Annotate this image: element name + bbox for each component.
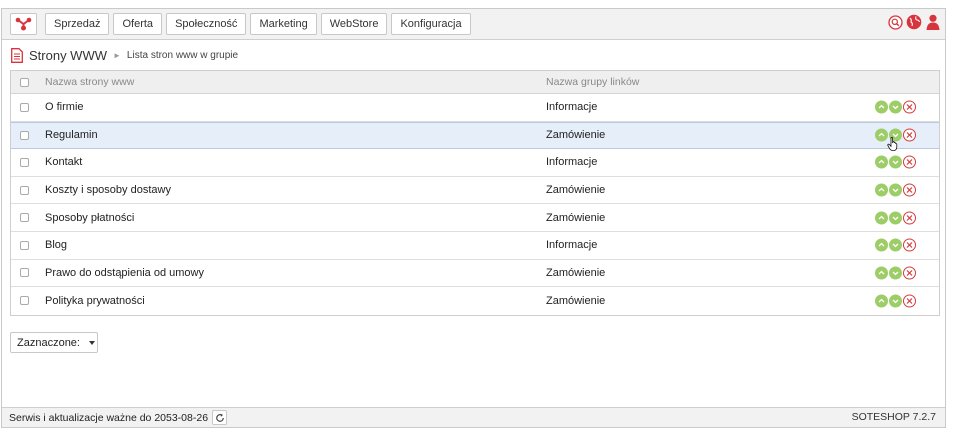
chevron-down-icon [88, 340, 95, 345]
refresh-icon [215, 413, 224, 422]
menu-webstore[interactable]: WebStore [320, 13, 388, 35]
move-up-icon[interactable] [875, 100, 888, 114]
menu-konfiguracja[interactable]: Konfiguracja [391, 13, 471, 35]
main-menu: Sprzedaż Oferta Społeczność Marketing We… [45, 13, 471, 35]
table-row: Polityka prywatności Zamówienie [11, 287, 939, 315]
move-down-icon[interactable] [889, 183, 902, 197]
link-group-name: Zamówienie [546, 266, 606, 279]
search-icon[interactable] [888, 14, 903, 30]
menu-marketing[interactable]: Marketing [250, 13, 317, 35]
bulk-action-label: Zaznaczone: [17, 336, 80, 349]
move-up-icon[interactable] [875, 266, 888, 280]
table-row: Koszty i sposoby dostawy Zamówienie [11, 177, 939, 205]
breadcrumb-separator: ► [113, 51, 121, 60]
version-label: SOTESHOP 7.2.7 [851, 411, 936, 423]
page-name[interactable]: Polityka prywatności [45, 295, 546, 307]
document-icon [11, 48, 23, 63]
link-group-name: Informacje [546, 101, 598, 114]
table-header-row: Nazwa strony www Nazwa grupy linków [11, 71, 939, 94]
refresh-button[interactable] [212, 410, 228, 425]
delete-icon[interactable] [903, 294, 916, 308]
breadcrumb: Strony WWW ► Lista stron www w grupie [11, 48, 238, 63]
move-down-icon[interactable] [889, 294, 902, 308]
table-row: Blog Informacje [11, 232, 939, 260]
pages-table: Nazwa strony www Nazwa grupy linków O fi… [10, 70, 940, 316]
service-status-text: Serwis i aktualizacje ważne do 2053-08-2… [9, 411, 209, 424]
row-checkbox[interactable] [20, 240, 29, 250]
page-name[interactable]: O firmie [45, 101, 546, 113]
row-actions [875, 294, 916, 308]
link-group-name: Informacje [546, 239, 598, 252]
page-name[interactable]: Koszty i sposoby dostawy [45, 184, 546, 196]
row-checkbox[interactable] [20, 102, 29, 112]
globe-icon[interactable] [906, 14, 922, 30]
soteshop-logo-icon [15, 17, 32, 31]
column-header-name[interactable]: Nazwa strony www [45, 76, 546, 88]
breadcrumb-current: Lista stron www w grupie [126, 50, 239, 61]
move-down-icon[interactable] [889, 238, 902, 252]
top-right-icons [888, 14, 941, 30]
link-group-name: Zamówienie [546, 211, 606, 224]
table-row: Prawo do odstąpienia od umowy Zamówienie [11, 260, 939, 288]
app-window: Sprzedaż Oferta Społeczność Marketing We… [1, 8, 946, 428]
link-group-name: Zamówienie [546, 294, 606, 307]
delete-icon[interactable] [903, 266, 916, 280]
link-group-name: Informacje [546, 156, 598, 169]
move-down-icon[interactable] [889, 100, 902, 114]
bulk-action-select[interactable]: Zaznaczone: [10, 332, 98, 353]
move-down-icon[interactable] [889, 266, 902, 280]
row-actions [875, 100, 916, 114]
row-actions [875, 155, 916, 169]
move-up-icon[interactable] [875, 155, 888, 169]
status-bar: Serwis i aktualizacje ważne do 2053-08-2… [2, 407, 945, 427]
move-up-icon[interactable] [875, 211, 888, 225]
delete-icon[interactable] [903, 211, 916, 225]
table-row: Regulamin Zamówienie [11, 121, 939, 151]
logo-button[interactable] [10, 13, 37, 35]
row-checkbox[interactable] [20, 185, 29, 195]
menu-spolecznosc[interactable]: Społeczność [166, 13, 247, 35]
move-up-icon[interactable] [875, 294, 888, 308]
select-all-checkbox[interactable] [20, 77, 29, 87]
page-title[interactable]: Strony WWW [29, 48, 107, 63]
row-checkbox[interactable] [20, 268, 29, 278]
menu-sprzedaz[interactable]: Sprzedaż [45, 13, 110, 35]
page-name[interactable]: Sposoby płatności [45, 212, 546, 224]
link-group-name: Zamówienie [546, 129, 606, 142]
delete-icon[interactable] [903, 100, 916, 114]
row-actions [875, 183, 916, 197]
page-name[interactable]: Blog [45, 239, 546, 251]
table-row: Sposoby płatności Zamówienie [11, 204, 939, 232]
page-name[interactable]: Prawo do odstąpienia od umowy [45, 267, 546, 279]
delete-icon[interactable] [903, 155, 916, 169]
table-row: Kontakt Informacje [11, 149, 939, 177]
move-down-icon[interactable] [889, 155, 902, 169]
move-down-icon[interactable] [889, 211, 902, 225]
delete-icon[interactable] [903, 183, 916, 197]
row-checkbox[interactable] [20, 157, 29, 167]
move-up-icon[interactable] [875, 183, 888, 197]
move-up-icon[interactable] [875, 238, 888, 252]
row-actions [875, 266, 916, 280]
column-header-group[interactable]: Nazwa grupy linków [546, 76, 846, 88]
row-checkbox[interactable] [20, 296, 29, 306]
page-name[interactable]: Kontakt [45, 156, 546, 168]
row-checkbox[interactable] [20, 130, 29, 140]
link-group-name: Zamówienie [546, 184, 606, 197]
page-name[interactable]: Regulamin [45, 129, 546, 141]
user-icon[interactable] [925, 14, 941, 30]
table-row: O firmie Informacje [11, 94, 939, 122]
row-checkbox[interactable] [20, 213, 29, 223]
delete-icon[interactable] [903, 238, 916, 252]
row-actions [875, 238, 916, 252]
top-navigation-bar: Sprzedaż Oferta Społeczność Marketing We… [2, 9, 945, 40]
menu-oferta[interactable]: Oferta [113, 13, 163, 35]
row-actions [875, 211, 916, 225]
delete-icon[interactable] [903, 128, 916, 142]
